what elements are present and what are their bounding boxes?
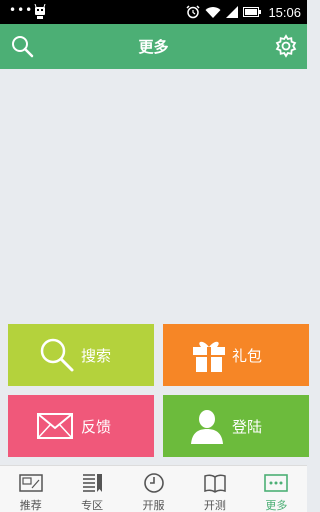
nav-label-test: 开测 xyxy=(203,499,226,512)
notification-bot-icon xyxy=(34,4,46,19)
app-bar: 更多 xyxy=(0,24,307,69)
battery-icon xyxy=(243,7,262,17)
status-time: 15:06 xyxy=(268,4,301,20)
nav-item-test[interactable]: 开测 xyxy=(184,466,245,512)
gift-tile-label: 礼包 xyxy=(232,347,263,365)
gift-icon xyxy=(193,341,225,372)
nav-item-server[interactable]: 开服 xyxy=(123,466,184,512)
page-title: 更多 xyxy=(138,38,169,56)
gift-tile[interactable]: 礼包 xyxy=(163,324,309,386)
search-icon xyxy=(40,338,74,372)
feedback-tile[interactable]: 反馈 xyxy=(8,395,154,457)
nav-label-zone: 专区 xyxy=(81,499,104,512)
bottom-nav: 推荐 专区 开服 开测 更多 xyxy=(0,465,307,512)
nav-item-recommend[interactable]: 推荐 xyxy=(0,466,61,512)
feedback-tile-label: 反馈 xyxy=(81,418,112,436)
nav-item-zone[interactable]: 专区 xyxy=(61,466,122,512)
gear-icon[interactable] xyxy=(274,34,298,58)
status-bar: ••• 15:06 xyxy=(0,0,307,24)
envelope-icon xyxy=(37,413,73,439)
login-tile[interactable]: 登陆 xyxy=(163,395,309,457)
alarm-icon xyxy=(186,5,200,19)
nav-label-more: 更多 xyxy=(265,499,288,512)
nav-label-recommend: 推荐 xyxy=(19,499,42,512)
signal-icon xyxy=(226,6,239,18)
search-tile-label: 搜索 xyxy=(81,347,112,365)
clock-icon xyxy=(143,473,164,493)
more-icon xyxy=(264,474,289,492)
wifi-icon xyxy=(205,6,221,18)
status-dots: ••• xyxy=(9,3,34,17)
nav-label-server: 开服 xyxy=(142,499,165,512)
login-tile-label: 登陆 xyxy=(232,418,263,436)
nav-item-more[interactable]: 更多 xyxy=(246,466,307,512)
recommend-icon xyxy=(18,474,43,492)
book-icon xyxy=(204,474,226,493)
user-icon xyxy=(191,410,223,444)
search-tile[interactable]: 搜索 xyxy=(8,324,154,386)
bookmark-icon xyxy=(83,474,103,492)
